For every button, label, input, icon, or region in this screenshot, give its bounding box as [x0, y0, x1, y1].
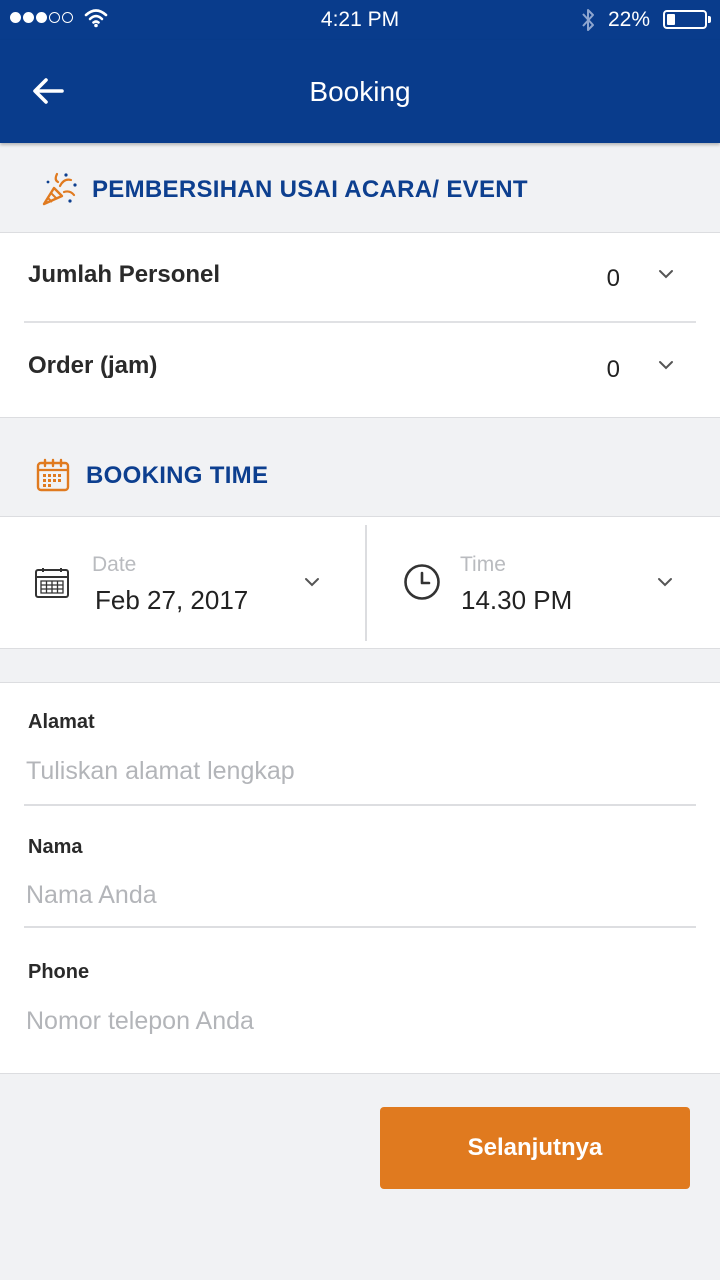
chevron-down-icon: [659, 361, 673, 370]
phone-field-group: Phone: [0, 931, 720, 1071]
name-label: Nama: [28, 836, 83, 858]
phone-label: Phone: [28, 961, 90, 983]
name-input[interactable]: [26, 873, 696, 917]
address-label: Alamat: [28, 711, 95, 733]
order-hours-value: 0: [606, 356, 620, 383]
personnel-count-label: Jumlah Personel: [28, 261, 221, 288]
page-title: Booking: [309, 76, 411, 107]
options-panel: Jumlah Personel 0 Order (jam) 0: [0, 232, 720, 418]
phone-input[interactable]: [26, 999, 696, 1043]
service-header: PEMBERSIHAN USAI ACARA/ EVENT: [0, 160, 720, 220]
date-time-panel: Date Feb 27, 2017 Time 14.30 PM: [0, 516, 720, 649]
next-button[interactable]: Selanjutnya: [380, 1107, 690, 1189]
name-field-group: Nama: [0, 807, 720, 931]
bluetooth-icon: [582, 9, 594, 31]
calendar-icon: [36, 458, 70, 492]
address-field-group: Alamat: [0, 683, 720, 807]
chevron-down-icon: [659, 270, 673, 279]
app-bar: Booking: [0, 40, 720, 143]
personnel-count-select[interactable]: Jumlah Personel 0: [24, 233, 696, 323]
order-hours-label: Order (jam): [28, 352, 158, 379]
divider: [24, 321, 696, 323]
date-label: Date: [92, 553, 137, 576]
time-picker[interactable]: Time 14.30 PM: [367, 517, 720, 647]
chevron-down-icon: [305, 578, 319, 587]
time-value: 14.30 PM: [461, 585, 573, 615]
order-hours-select[interactable]: Order (jam) 0: [24, 324, 696, 414]
calendar-small-icon: [35, 568, 69, 598]
status-bar: 4:21 PM 22%: [0, 0, 720, 40]
battery-percent: 22%: [608, 8, 651, 31]
personnel-count-value: 0: [606, 265, 620, 292]
service-title: PEMBERSIHAN USAI ACARA/ EVENT: [92, 176, 528, 203]
date-picker[interactable]: Date Feb 27, 2017: [0, 517, 366, 647]
date-value: Feb 27, 2017: [95, 585, 249, 615]
battery-icon: [663, 10, 711, 29]
chevron-down-icon: [658, 578, 672, 587]
name-underline: [24, 926, 696, 928]
time-label: Time: [460, 553, 506, 576]
booking-time-title: BOOKING TIME: [86, 462, 269, 489]
party-popper-icon: [42, 172, 77, 206]
address-underline: [24, 804, 696, 806]
clock-icon: [404, 564, 440, 600]
booking-time-header: BOOKING TIME: [0, 446, 720, 506]
address-input[interactable]: [26, 749, 696, 793]
contact-form: Alamat Nama Phone: [0, 682, 720, 1074]
